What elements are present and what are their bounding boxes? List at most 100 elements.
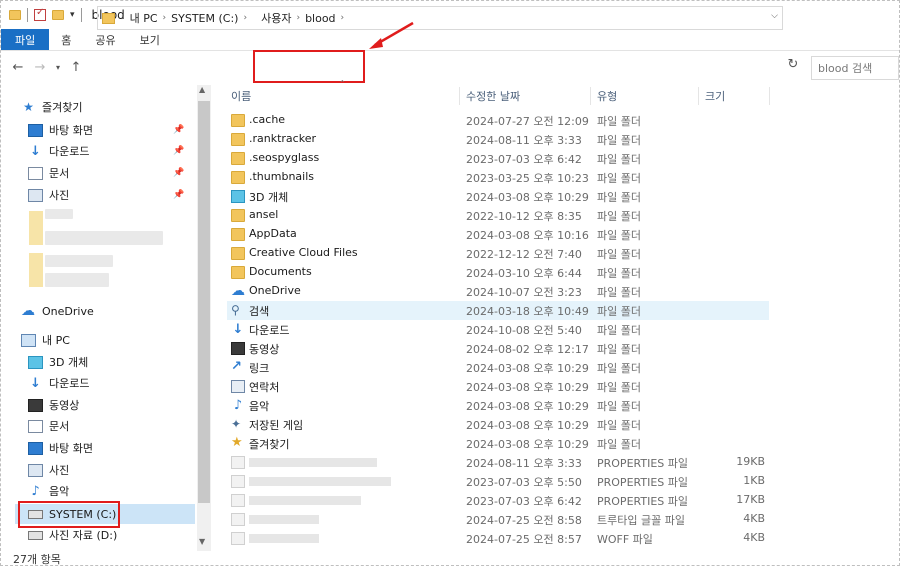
chevron-down-icon[interactable]: ⌵ — [771, 11, 778, 21]
sidebar-item-videos[interactable]: 동영상 — [28, 395, 79, 415]
properties-icon[interactable] — [34, 7, 46, 21]
folder-icon — [231, 171, 245, 184]
music-icon: ♪ — [233, 398, 243, 413]
column-divider[interactable] — [590, 87, 591, 105]
sidebar-item-this-pc[interactable]: 내 PC — [21, 330, 70, 350]
red-arrow-annotation — [369, 21, 414, 49]
back-arrow-icon[interactable]: ← — [7, 60, 29, 75]
sidebar-item-documents[interactable]: 문서 — [28, 163, 69, 183]
column-divider[interactable] — [698, 87, 699, 105]
file-row[interactable]: 2024-07-25 오전 8:57 WOFF 파일 4KB — [227, 529, 769, 548]
file-row[interactable]: ✦ 저장된 게임 2024-03-08 오후 10:29 파일 폴더 — [227, 415, 769, 434]
file-date: 2024-03-08 오후 10:29 — [466, 400, 589, 413]
file-row[interactable]: 3D 개체 2024-03-08 오후 10:29 파일 폴더 — [227, 187, 769, 206]
chevron-right-icon[interactable]: › — [121, 13, 125, 23]
tab-share[interactable]: 공유 — [83, 29, 127, 50]
sidebar-item-drive-d[interactable]: 사진 자료 (D:) — [28, 525, 117, 545]
sidebar-scroll-thumb[interactable] — [198, 101, 210, 503]
sidebar-item-pictures[interactable]: 사진 — [28, 185, 69, 205]
file-icon — [231, 532, 245, 545]
file-row[interactable]: ↗ 링크 2024-03-08 오후 10:29 파일 폴더 — [227, 358, 769, 377]
column-divider[interactable] — [769, 87, 770, 105]
sidebar-item-label: 바탕 화면 — [49, 124, 93, 137]
file-type: WOFF 파일 — [597, 533, 653, 546]
folder-icon — [231, 247, 245, 260]
column-header-name[interactable]: 이름 — [231, 85, 251, 107]
breadcrumb-this-pc[interactable]: 내 PC — [130, 10, 158, 26]
chevron-right-icon[interactable]: › — [163, 13, 167, 23]
file-row[interactable]: Documents 2024-03-10 오후 6:44 파일 폴더 — [227, 263, 769, 282]
sidebar-item-onedrive[interactable]: ☁ OneDrive — [21, 301, 94, 321]
sidebar-item-pictures-pc[interactable]: 사진 — [28, 460, 69, 480]
column-header-date[interactable]: 수정한 날짜 — [466, 85, 520, 107]
breadcrumb-blood[interactable]: blood — [305, 12, 335, 25]
file-date: 2023-07-03 오후 6:42 — [466, 153, 582, 166]
tab-home[interactable]: 홈 — [49, 29, 83, 50]
scroll-down-icon[interactable]: ▼ — [199, 537, 205, 546]
file-name: 다운로드 — [249, 324, 290, 337]
file-row[interactable]: Creative Cloud Files 2022-12-12 오전 7:40 파일… — [227, 244, 769, 263]
file-row[interactable]: .thumbnails 2023-03-25 오후 10:23 파일 폴더 — [227, 168, 769, 187]
breadcrumb-system-c[interactable]: SYSTEM (C:) — [171, 12, 238, 25]
forward-arrow-icon[interactable]: → — [29, 60, 51, 75]
sidebar-item-desktop[interactable]: 바탕 화면 — [28, 120, 93, 140]
new-folder-icon[interactable] — [52, 10, 64, 20]
music-icon: ♪ — [31, 483, 40, 499]
file-row[interactable]: 동영상 2024-08-02 오후 12:17 파일 폴더 — [227, 339, 769, 358]
file-row[interactable]: .ranktracker 2024-08-11 오후 3:33 파일 폴더 — [227, 130, 769, 149]
sidebar-item-music[interactable]: ♪ 음악 — [28, 481, 69, 501]
chevron-right-icon[interactable]: › — [341, 13, 345, 23]
file-icon — [231, 456, 245, 469]
file-row[interactable]: 2024-07-25 오전 8:58 트루타입 글꼴 파일 4KB — [227, 510, 769, 529]
file-row[interactable]: .seospyglass 2023-07-03 오후 6:42 파일 폴더 — [227, 149, 769, 168]
pin-icon[interactable]: 📌 — [173, 146, 184, 156]
refresh-icon[interactable]: ↻ — [785, 57, 801, 77]
file-date: 2024-03-08 오후 10:29 — [466, 191, 589, 204]
search-input[interactable]: blood 검색 — [811, 56, 899, 80]
sidebar-item-desktop-pc[interactable]: 바탕 화면 — [28, 438, 93, 458]
file-row[interactable]: ↓ 다운로드 2024-10-08 오전 5:40 파일 폴더 — [227, 320, 769, 339]
file-row[interactable]: 2023-07-03 오후 6:42 PROPERTIES 파일 17KB — [227, 491, 769, 510]
folder-icon — [231, 209, 245, 222]
file-size: 4KB — [743, 531, 765, 544]
recent-locations-icon[interactable]: ▾ — [51, 63, 65, 72]
file-row[interactable]: 2024-08-11 오후 3:33 PROPERTIES 파일 19KB — [227, 453, 769, 472]
sidebar-item-3d-objects[interactable]: 3D 개체 — [28, 352, 88, 372]
file-row[interactable]: 연락처 2024-03-08 오후 10:29 파일 폴더 — [227, 377, 769, 396]
file-date: 2024-08-02 오후 12:17 — [466, 343, 589, 356]
scroll-up-icon[interactable]: ▲ — [199, 85, 205, 94]
star-icon: ★ — [231, 435, 243, 450]
pin-icon[interactable]: 📌 — [173, 190, 184, 200]
sidebar-item-downloads-pc[interactable]: ↓ 다운로드 — [28, 373, 89, 393]
address-bar[interactable]: › 내 PC › SYSTEM (C:) › 사용자 › blood › ⌵ — [97, 6, 783, 30]
file-row[interactable]: 2023-07-03 오후 5:50 PROPERTIES 파일 1KB — [227, 472, 769, 491]
sidebar-item-quick-access[interactable]: ★ 즐겨찾기 — [21, 97, 82, 117]
column-divider[interactable] — [459, 87, 460, 105]
column-header-type[interactable]: 유형 — [597, 85, 617, 107]
file-row[interactable]: ☁ OneDrive 2024-10-07 오전 3:23 파일 폴더 — [227, 282, 769, 301]
pin-icon[interactable]: 📌 — [173, 125, 184, 135]
computer-icon — [21, 333, 36, 347]
column-header-size[interactable]: 크기 — [705, 85, 725, 107]
tab-file[interactable]: 파일 — [1, 29, 50, 50]
sidebar-item-documents-pc[interactable]: 문서 — [28, 416, 69, 436]
breadcrumb-users[interactable]: 사용자 — [261, 10, 291, 26]
sidebar-item-downloads[interactable]: ↓ 다운로드 — [28, 141, 89, 161]
file-row[interactable]: .cache 2024-07-27 오전 12:09 파일 폴더 — [227, 111, 769, 130]
up-arrow-icon[interactable]: ↑ — [65, 60, 87, 75]
file-row[interactable]: AppData 2024-03-08 오후 10:16 파일 폴더 — [227, 225, 769, 244]
chevron-right-icon[interactable]: › — [243, 13, 247, 23]
sort-caret-icon: ⌃ — [339, 79, 346, 88]
file-row[interactable]: ♪ 음악 2024-03-08 오후 10:29 파일 폴더 — [227, 396, 769, 415]
file-row[interactable]: ⚲ 검색 2024-03-18 오후 10:49 파일 폴더 — [227, 301, 769, 320]
customize-toolbar-icon[interactable]: ▾ — [70, 10, 75, 20]
chevron-right-icon[interactable]: › — [296, 13, 300, 23]
pin-icon[interactable]: 📌 — [173, 168, 184, 178]
file-name: .cache — [249, 113, 286, 126]
file-row[interactable]: ansel 2022-10-12 오후 8:35 파일 폴더 — [227, 206, 769, 225]
file-size: 17KB — [736, 493, 765, 506]
sidebar-item-label: 즐겨찾기 — [42, 101, 83, 114]
tab-view[interactable]: 보기 — [128, 29, 172, 50]
file-row[interactable]: ★ 즐겨찾기 2024-03-08 오후 10:29 파일 폴더 — [227, 434, 769, 453]
file-date: 2023-07-03 오후 5:50 — [466, 476, 582, 489]
